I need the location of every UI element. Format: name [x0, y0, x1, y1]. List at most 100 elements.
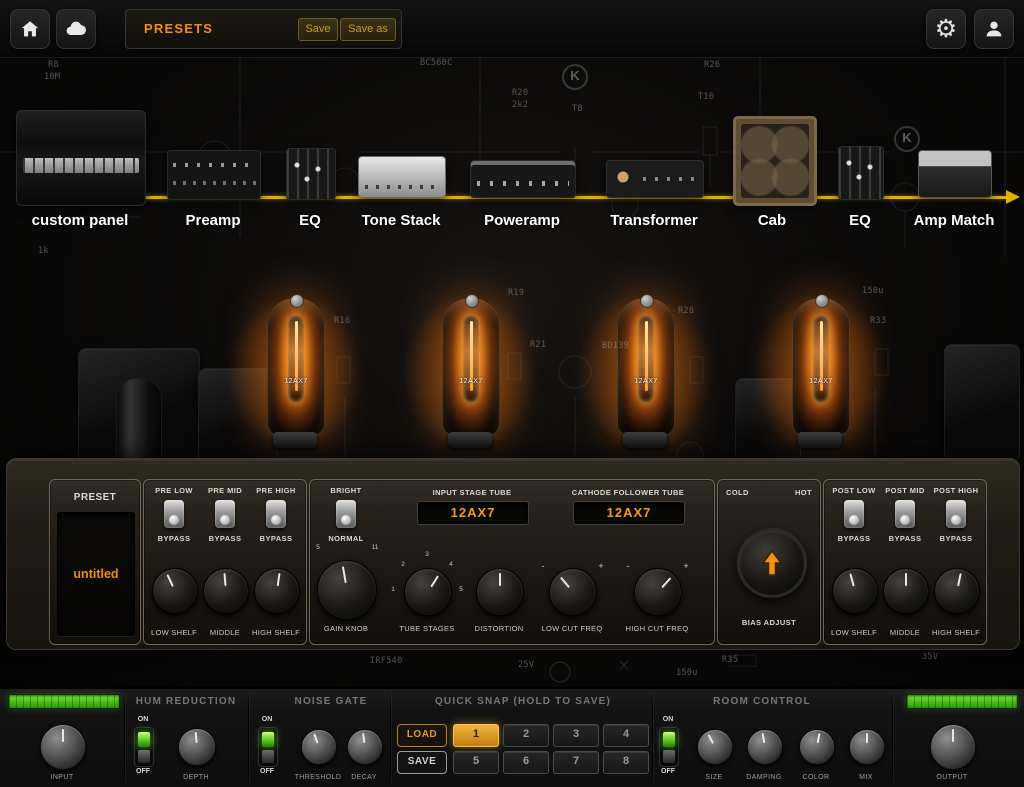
pre-low-shelf-knob[interactable]: [152, 568, 198, 614]
hum-depth-knob[interactable]: [178, 728, 216, 766]
bias-arrow-indicator: [760, 548, 784, 578]
chain-label-eq-2[interactable]: EQ: [835, 212, 885, 229]
chain-module-transformer[interactable]: [606, 160, 704, 198]
room-color-knob[interactable]: [799, 729, 835, 765]
chain-module-custom-panel[interactable]: [16, 110, 146, 206]
gate-decay-knob[interactable]: [347, 729, 383, 765]
tube-print: 12AX7: [443, 378, 499, 385]
quick-snap-slot-3[interactable]: 3: [553, 724, 599, 747]
post-mid-bypass-switch[interactable]: [895, 500, 915, 528]
hum-reduction-toggle[interactable]: [134, 727, 154, 767]
presets-menu[interactable]: PRESETS: [144, 10, 213, 48]
distortion-knob[interactable]: [476, 568, 524, 616]
pre-high-label: PRE HIGH: [252, 486, 300, 495]
section-divider: [248, 693, 249, 785]
chain-label-preamp[interactable]: Preamp: [168, 212, 258, 229]
input-stage-tube-display[interactable]: 12AX7: [417, 501, 529, 525]
post-high-shelf-label: HIGH SHELF: [928, 628, 984, 637]
room-control-toggle[interactable]: [659, 727, 679, 767]
chain-label-amp-match[interactable]: Amp Match: [904, 212, 1004, 229]
save-button[interactable]: Save: [298, 18, 338, 41]
quick-snap-save-button[interactable]: SAVE: [397, 751, 447, 774]
schematic-label: 10M: [44, 72, 60, 82]
post-high-shelf-knob[interactable]: [934, 568, 980, 614]
input-stage-group: BRIGHT NORMAL INPUT STAGE TUBE 12AX7 CAT…: [309, 479, 715, 645]
post-middle-knob[interactable]: [883, 568, 929, 614]
cathode-follower-tube-display[interactable]: 12AX7: [573, 501, 685, 525]
quick-snap-slot-1[interactable]: 1: [453, 724, 499, 747]
chain-module-poweramp[interactable]: [470, 160, 576, 198]
tube-filament: [288, 315, 304, 403]
quick-snap-slot-5[interactable]: 5: [453, 751, 499, 774]
preset-name[interactable]: untitled: [73, 567, 118, 581]
stages-tick-3: 3: [421, 551, 433, 558]
chain-module-eq-1[interactable]: [286, 148, 336, 200]
quick-snap-slot-6[interactable]: 6: [503, 751, 549, 774]
tube-base: [448, 432, 492, 448]
chain-label-tone-stack[interactable]: Tone Stack: [351, 212, 451, 229]
gate-threshold-knob[interactable]: [301, 729, 337, 765]
pre-middle-label: MIDDLE: [197, 628, 253, 637]
chain-module-preamp[interactable]: [167, 150, 261, 200]
preset-display[interactable]: untitled: [57, 512, 135, 636]
schematic-label: R26: [704, 60, 720, 70]
tube-stages-knob[interactable]: [404, 568, 452, 616]
quick-snap-slot-8[interactable]: 8: [603, 751, 649, 774]
account-button[interactable]: [974, 9, 1014, 49]
schematic-label: 150u: [676, 668, 698, 678]
quick-snap-slot-2[interactable]: 2: [503, 724, 549, 747]
cloud-button[interactable]: [56, 9, 96, 49]
bright-label: BRIGHT: [318, 486, 374, 495]
schematic-label: R28: [678, 306, 694, 316]
room-on-label: ON: [653, 716, 683, 723]
pre-high-shelf-knob[interactable]: [254, 568, 300, 614]
room-mix-knob[interactable]: [849, 729, 885, 765]
post-low-shelf-knob[interactable]: [832, 568, 878, 614]
noise-gate-toggle[interactable]: [258, 727, 278, 767]
high-cut-freq-knob[interactable]: [634, 568, 682, 616]
low-cut-freq-knob[interactable]: [549, 568, 597, 616]
pre-high-bypass-switch[interactable]: [266, 500, 286, 528]
pre-low-bypass-switch[interactable]: [164, 500, 184, 528]
gain-knob[interactable]: [317, 560, 377, 620]
chain-module-amp-match[interactable]: [918, 150, 992, 198]
toggle-lever: [262, 750, 274, 763]
tube-base: [273, 432, 317, 448]
quick-snap-slot-4[interactable]: 4: [603, 724, 649, 747]
chain-label-cab[interactable]: Cab: [742, 212, 802, 229]
schematic-label: R8: [48, 60, 59, 70]
room-size-knob[interactable]: [697, 729, 733, 765]
capacitor-can: [116, 378, 162, 462]
toggle-green-light: [262, 732, 274, 747]
input-level-meter: [8, 694, 120, 709]
preamp-control-panel: PRESET untitled PRE LOW PRE MID PRE HIGH…: [6, 458, 1020, 650]
chain-label-poweramp[interactable]: Poweramp: [472, 212, 572, 229]
chain-module-cab[interactable]: [733, 116, 817, 206]
bright-normal-switch[interactable]: [336, 500, 356, 528]
pre-middle-knob[interactable]: [203, 568, 249, 614]
output-level-knob[interactable]: [930, 724, 976, 770]
input-level-knob[interactable]: [40, 724, 86, 770]
brand-k-logo: K: [562, 64, 588, 90]
chain-label-transformer[interactable]: Transformer: [599, 212, 709, 229]
bias-adjust-knob[interactable]: [737, 528, 807, 598]
pre-mid-bypass-switch[interactable]: [215, 500, 235, 528]
chain-module-tone-stack[interactable]: [358, 156, 446, 198]
settings-button[interactable]: ⚙: [926, 9, 966, 49]
section-divider: [124, 693, 125, 785]
room-off-label: OFF: [653, 768, 683, 775]
quick-snap-load-button[interactable]: LOAD: [397, 724, 447, 747]
top-toolbar: PRESETS Save Save as ⚙: [0, 0, 1024, 58]
section-divider: [390, 693, 391, 785]
chain-module-eq-2[interactable]: [838, 146, 884, 200]
room-damping-knob[interactable]: [747, 729, 783, 765]
post-high-bypass-switch[interactable]: [946, 500, 966, 528]
save-as-button[interactable]: Save as: [340, 18, 396, 41]
chain-label-custom-panel[interactable]: custom panel: [20, 212, 140, 229]
home-icon: [19, 18, 41, 40]
chain-label-eq-1[interactable]: EQ: [285, 212, 335, 229]
schematic-label: T8: [572, 104, 583, 114]
post-low-bypass-switch[interactable]: [844, 500, 864, 528]
quick-snap-slot-7[interactable]: 7: [553, 751, 599, 774]
home-button[interactable]: [10, 9, 50, 49]
